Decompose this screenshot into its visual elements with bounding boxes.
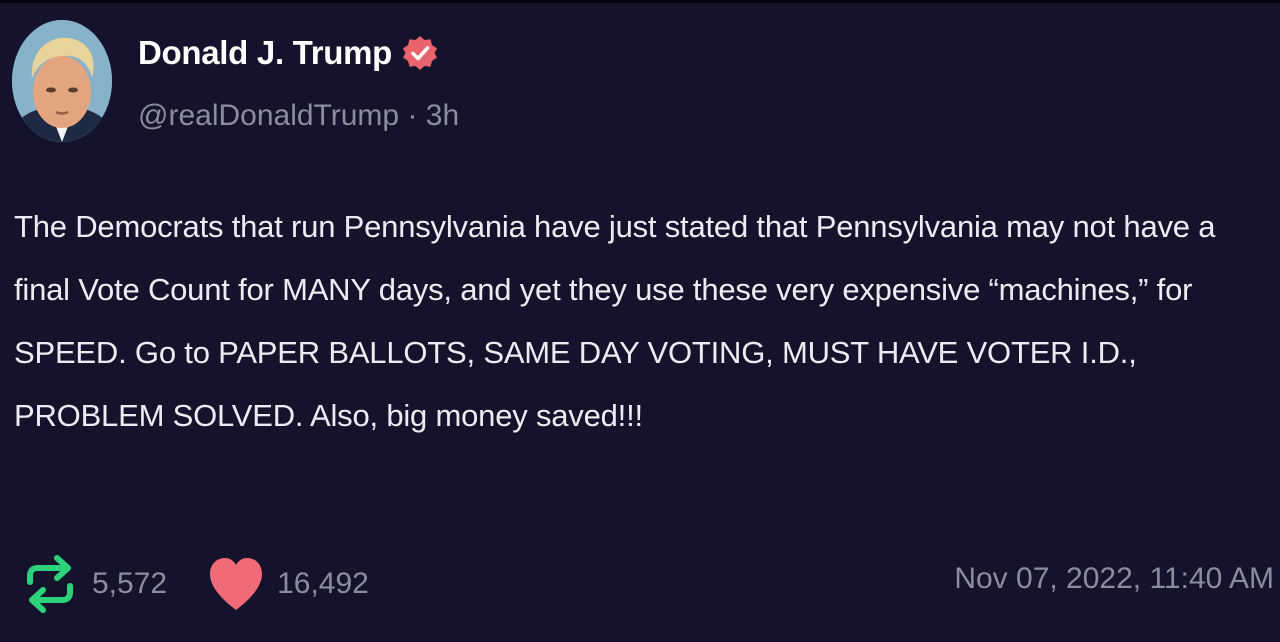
post-actions: 5,572 16,492	[22, 552, 369, 616]
author-display-name[interactable]: Donald J. Trump	[138, 34, 392, 72]
like-button[interactable]: 16,492	[207, 555, 369, 613]
author-handle[interactable]: @realDonaldTrump	[138, 99, 399, 132]
post-text: The Democrats that run Pennsylvania have…	[14, 209, 1216, 433]
top-divider	[0, 0, 1280, 3]
avatar[interactable]	[12, 20, 112, 142]
verified-badge-icon	[403, 36, 438, 70]
retweet-button[interactable]: 5,572	[22, 552, 167, 616]
handle-row: @realDonaldTrump · 3h	[138, 99, 459, 133]
retweet-count: 5,572	[92, 567, 168, 600]
relative-time[interactable]: 3h	[426, 99, 459, 132]
meta-separator: ·	[407, 99, 418, 132]
post-card: Donald J. Trump @realDonaldTrump · 3h Th…	[0, 0, 1280, 642]
heart-icon	[210, 558, 263, 610]
like-count: 16,492	[277, 567, 369, 600]
post-timestamp[interactable]: Nov 07, 2022, 11:40 AM	[954, 562, 1274, 596]
retweet-icon	[27, 555, 73, 613]
author-row: Donald J. Trump	[138, 34, 438, 72]
